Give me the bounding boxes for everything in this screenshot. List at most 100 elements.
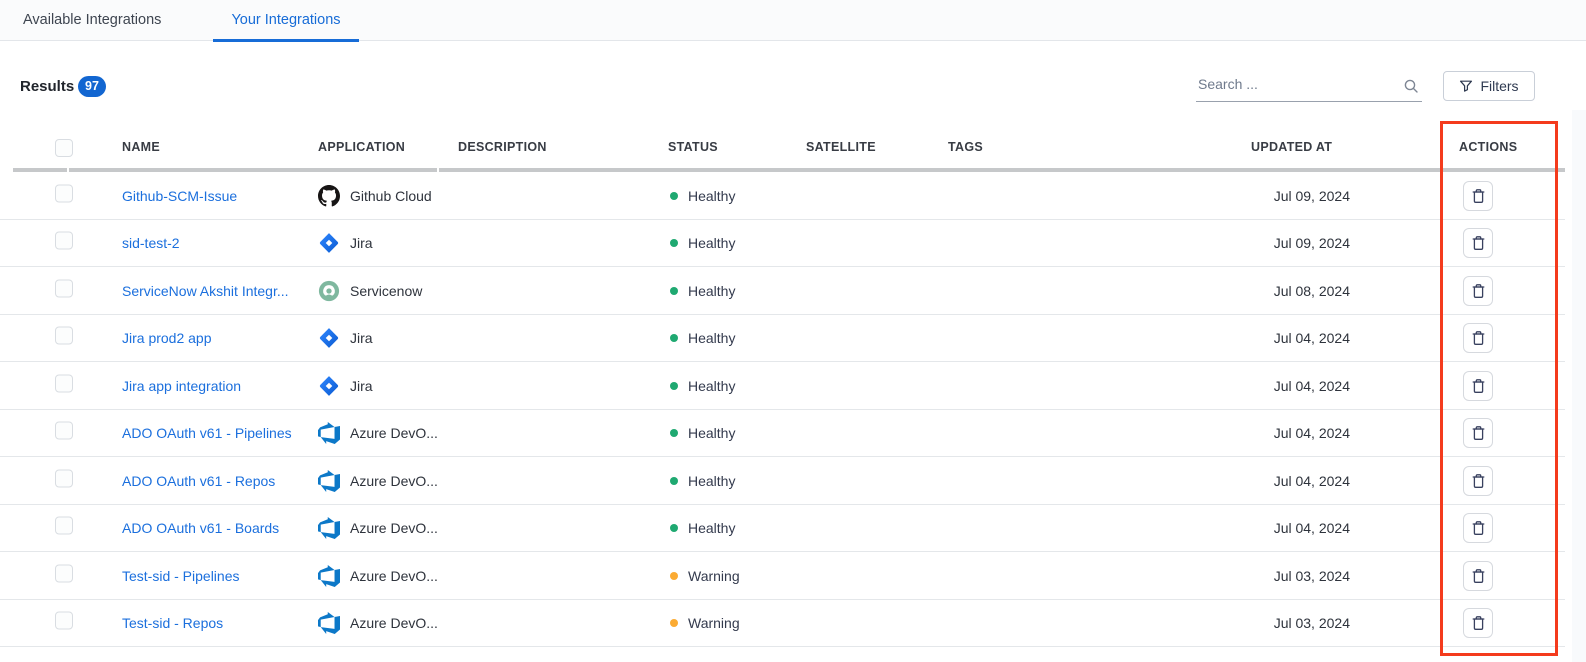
table-row: ADO OAuth v61 - Boards Azure DevO... Healt… xyxy=(0,505,1586,553)
updated-at-value: Jul 04, 2024 xyxy=(1150,330,1350,346)
status-dot xyxy=(670,192,678,200)
row-checkbox[interactable] xyxy=(55,327,73,345)
row-checkbox[interactable] xyxy=(55,184,73,202)
column-header-updated-at[interactable]: UPDATED AT xyxy=(1251,127,1332,168)
tab-your-integrations[interactable]: Your Integrations xyxy=(213,0,359,41)
table-rows: Github-SCM-IssueGithub CloudHealthyJul 0… xyxy=(0,172,1586,647)
updated-at-value: Jul 09, 2024 xyxy=(1150,188,1350,204)
integration-name-link[interactable]: Test-sid - Repos xyxy=(122,615,223,631)
table-row: Test-sid - ReposAzure DevO...WarningJul … xyxy=(0,600,1586,648)
integration-name-link[interactable]: ADO OAuth v61 - Boards xyxy=(122,520,279,536)
status-dot xyxy=(670,334,678,342)
search-icon xyxy=(1403,78,1419,94)
status-label: Healthy xyxy=(688,520,735,536)
status-dot xyxy=(670,477,678,485)
trash-icon xyxy=(1471,283,1486,299)
row-checkbox[interactable] xyxy=(55,517,73,535)
column-header-application[interactable]: APPLICATION xyxy=(318,127,405,168)
row-checkbox[interactable] xyxy=(55,469,73,487)
application-label: Azure DevO... xyxy=(350,473,438,489)
integration-name-link[interactable]: Jira app integration xyxy=(122,378,241,394)
integration-name-link[interactable]: ServiceNow Akshit Integr... xyxy=(122,283,289,299)
updated-at-value: Jul 09, 2024 xyxy=(1150,235,1350,251)
trash-icon xyxy=(1471,425,1486,441)
delete-button[interactable] xyxy=(1463,561,1493,591)
status-dot xyxy=(670,287,678,295)
table-row: ADO OAuth v61 - Repos Azure DevO... Health… xyxy=(0,457,1586,505)
status-dot xyxy=(670,619,678,627)
azure-devops-icon xyxy=(318,470,340,492)
tab-bar: Available Integrations Your Integrations xyxy=(0,0,1586,41)
delete-button[interactable] xyxy=(1463,371,1493,401)
servicenow-icon xyxy=(318,280,340,302)
select-all-checkbox[interactable] xyxy=(55,139,73,157)
table-row: Jira app integrationJiraHealthyJul 04, 2… xyxy=(0,362,1586,410)
table-row: sid-test-2JiraHealthyJul 09, 2024 xyxy=(0,220,1586,268)
row-checkbox[interactable] xyxy=(55,612,73,630)
column-header-description[interactable]: DESCRIPTION xyxy=(458,127,547,168)
status-label: Warning xyxy=(688,615,740,631)
integration-name-link[interactable]: Test-sid - Pipelines xyxy=(122,568,240,584)
status-dot xyxy=(670,239,678,247)
delete-button[interactable] xyxy=(1463,466,1493,496)
status-label: Healthy xyxy=(688,473,735,489)
table-row: Jira prod2 appJiraHealthyJul 04, 2024 xyxy=(0,315,1586,363)
github-icon xyxy=(318,185,340,207)
column-header-name[interactable]: NAME xyxy=(122,127,160,168)
column-header-actions[interactable]: ACTIONS xyxy=(1459,127,1517,168)
status-label: Healthy xyxy=(688,330,735,346)
status-label: Healthy xyxy=(688,283,735,299)
row-checkbox[interactable] xyxy=(55,279,73,297)
updated-at-value: Jul 04, 2024 xyxy=(1150,520,1350,536)
trash-icon xyxy=(1471,568,1486,584)
funnel-icon xyxy=(1459,79,1473,93)
integration-name-link[interactable]: ADO OAuth v61 - Pipelines xyxy=(122,425,292,441)
delete-button[interactable] xyxy=(1463,418,1493,448)
column-header-satellite[interactable]: SATELLITE xyxy=(806,127,876,168)
integration-name-link[interactable]: ADO OAuth v61 - Repos xyxy=(122,473,275,489)
delete-button[interactable] xyxy=(1463,228,1493,258)
results-label: Results xyxy=(20,77,74,97)
application-label: Jira xyxy=(350,235,373,251)
row-checkbox[interactable] xyxy=(55,232,73,250)
table-row: Github-SCM-IssueGithub CloudHealthyJul 0… xyxy=(0,172,1586,220)
column-header-status[interactable]: STATUS xyxy=(668,127,718,168)
delete-button[interactable] xyxy=(1463,323,1493,353)
table-row: ADO OAuth v61 - PipelinesAzure DevO...He… xyxy=(0,410,1586,458)
row-checkbox[interactable] xyxy=(55,564,73,582)
delete-button[interactable] xyxy=(1463,608,1493,638)
active-tab-underline xyxy=(213,39,359,42)
updated-at-value: Jul 03, 2024 xyxy=(1150,568,1350,584)
table-row: Test-sid - Pipelines Azure DevO... Warning… xyxy=(0,552,1586,600)
status-dot xyxy=(670,429,678,437)
integration-name-link[interactable]: sid-test-2 xyxy=(122,235,180,251)
column-header-tags[interactable]: TAGS xyxy=(948,127,983,168)
updated-at-value: Jul 03, 2024 xyxy=(1150,615,1350,631)
table-row: ServiceNow Akshit Integr...ServicenowHea… xyxy=(0,267,1586,315)
status-label: Healthy xyxy=(688,425,735,441)
azure-devops-icon xyxy=(318,612,340,634)
delete-button[interactable] xyxy=(1463,276,1493,306)
tab-your-integrations-label: Your Integrations xyxy=(231,12,340,28)
updated-at-value: Jul 08, 2024 xyxy=(1150,283,1350,299)
azure-devops-icon xyxy=(318,565,340,587)
search-input[interactable] xyxy=(1196,71,1394,98)
delete-button[interactable] xyxy=(1463,181,1493,211)
row-checkbox[interactable] xyxy=(55,422,73,440)
delete-button[interactable] xyxy=(1463,513,1493,543)
application-label: Jira xyxy=(350,378,373,394)
row-checkbox[interactable] xyxy=(55,374,73,392)
integration-name-link[interactable]: Github-SCM-Issue xyxy=(122,188,237,204)
results-count-badge: 97 xyxy=(78,76,106,97)
tab-available-integrations[interactable]: Available Integrations xyxy=(23,0,161,41)
jira-icon xyxy=(318,375,340,397)
trash-icon xyxy=(1471,235,1486,251)
application-label: Azure DevO... xyxy=(350,568,438,584)
status-label: Warning xyxy=(688,568,740,584)
filters-button[interactable]: Filters xyxy=(1443,71,1535,101)
updated-at-value: Jul 04, 2024 xyxy=(1150,473,1350,489)
integration-name-link[interactable]: Jira prod2 app xyxy=(122,330,212,346)
trash-icon xyxy=(1471,615,1486,631)
application-label: Azure DevO... xyxy=(350,520,438,536)
trash-icon xyxy=(1471,378,1486,394)
